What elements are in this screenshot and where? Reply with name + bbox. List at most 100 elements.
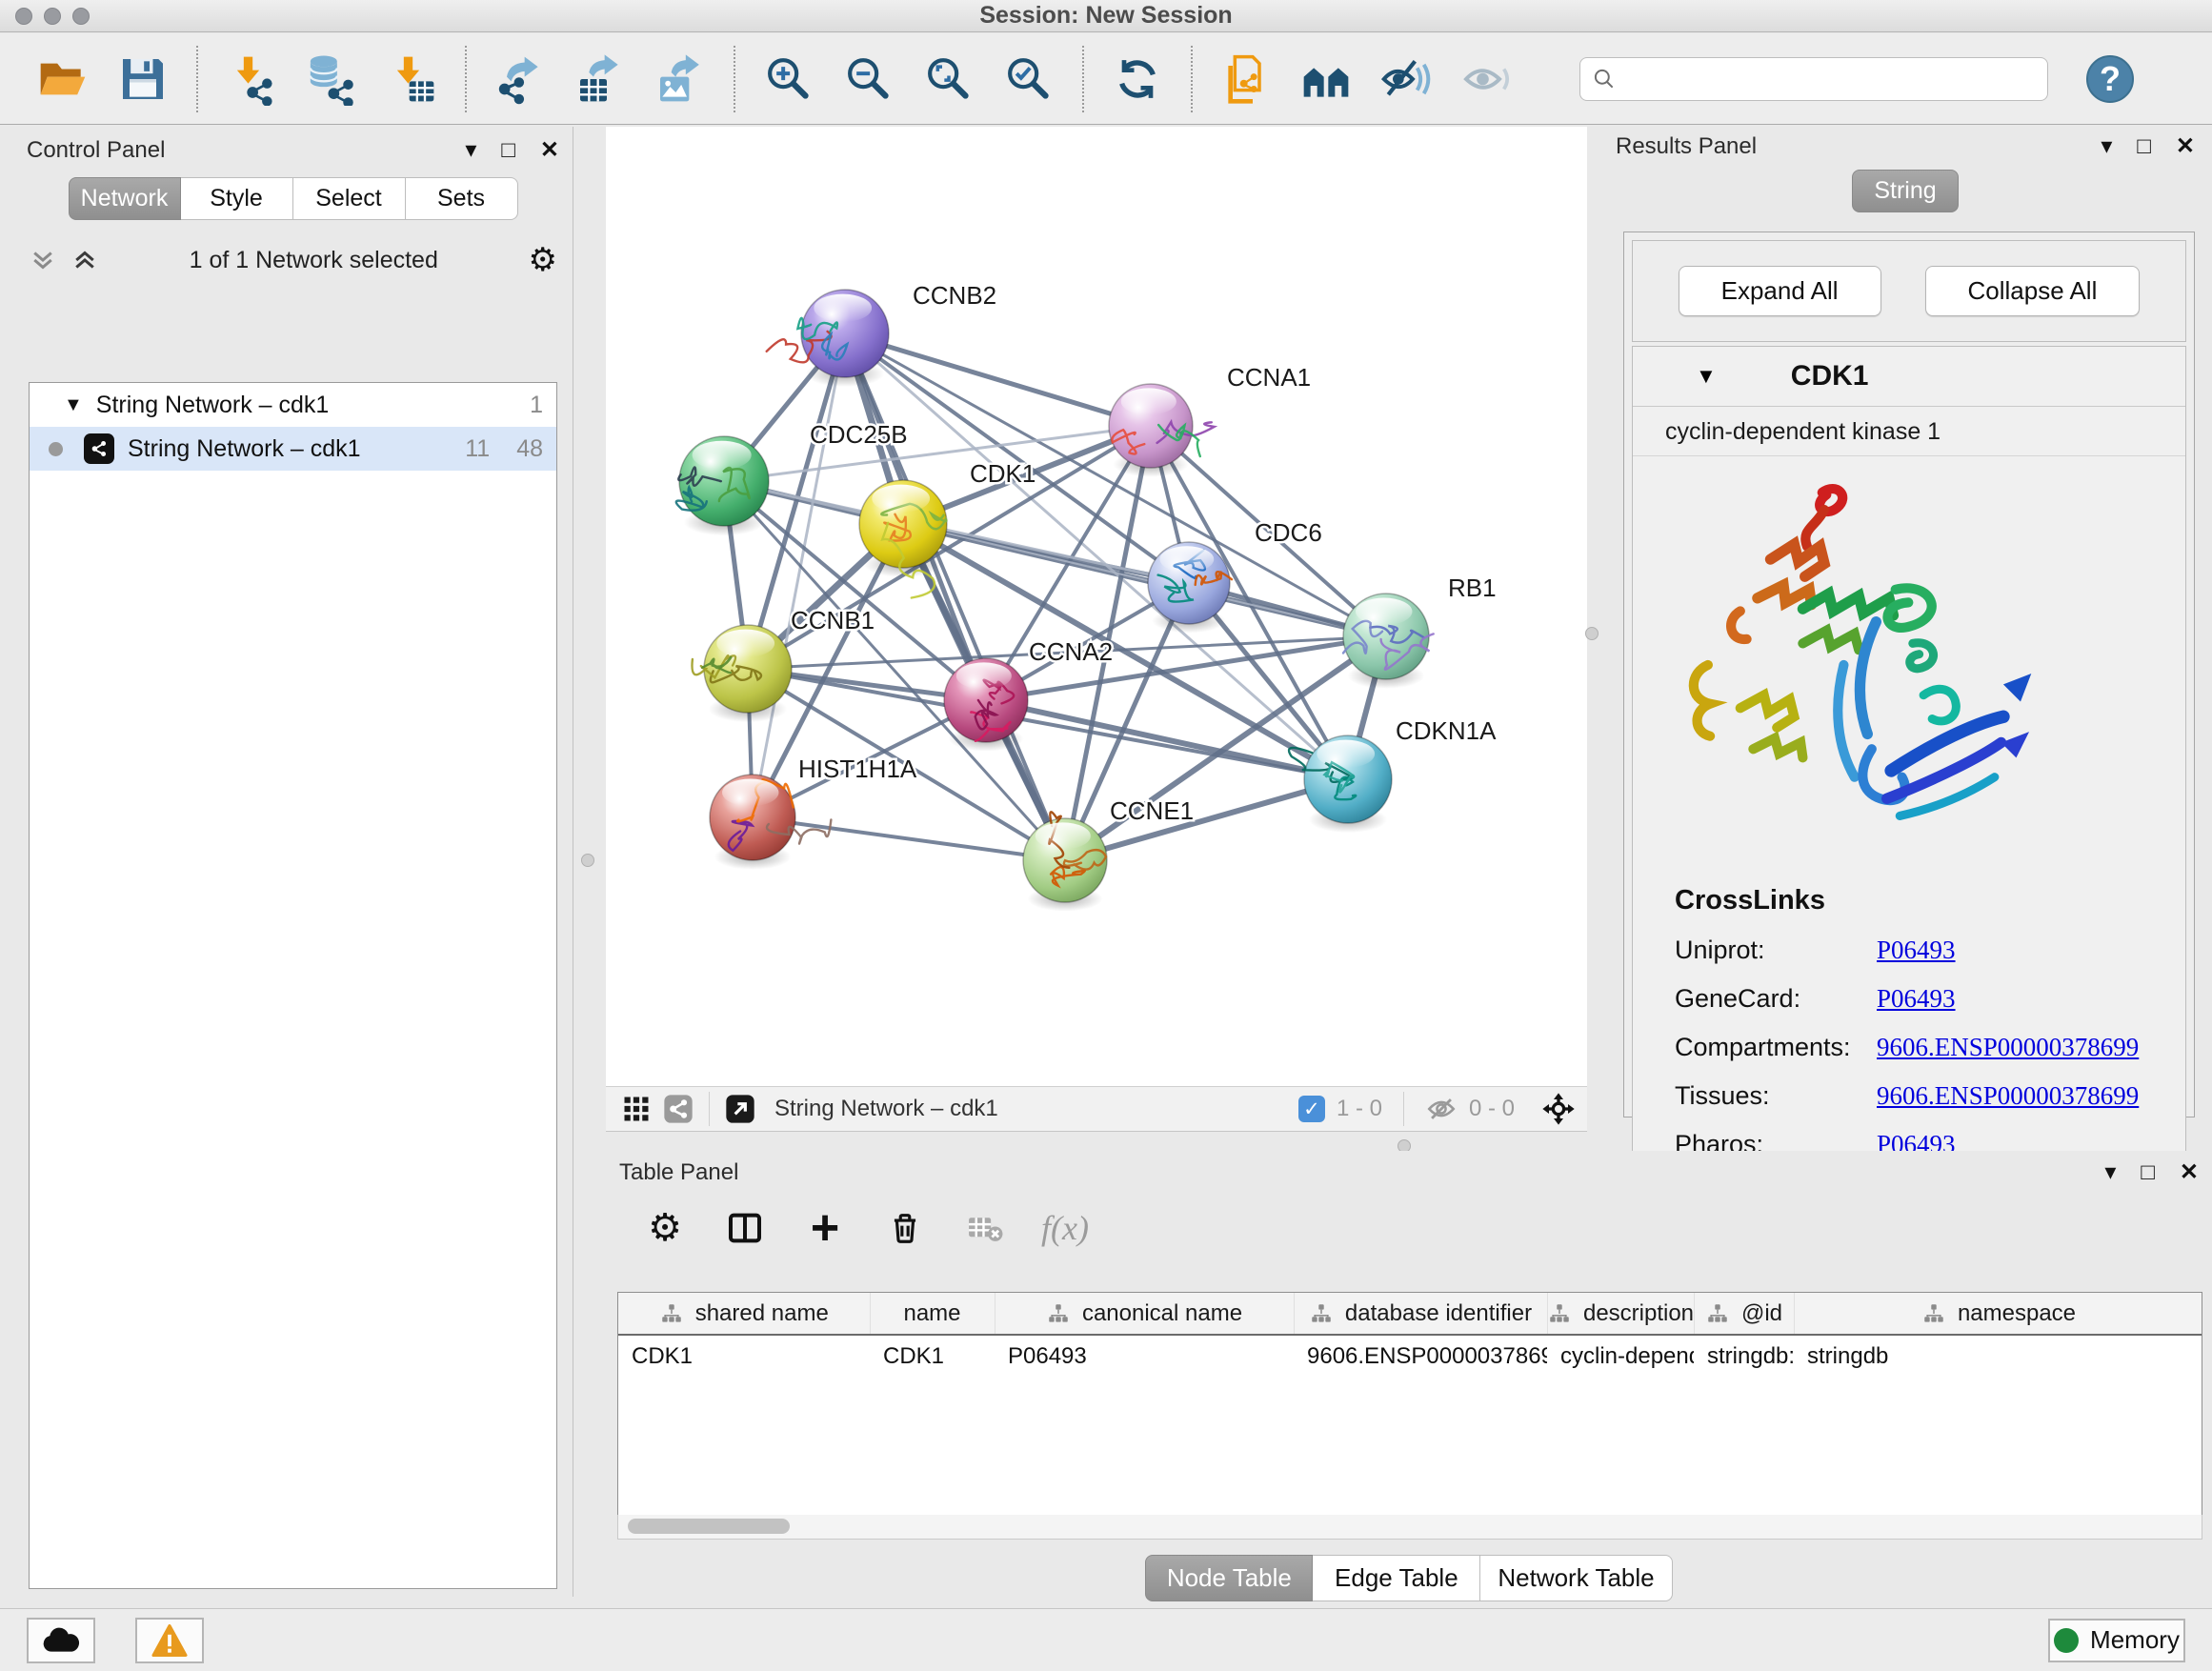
table-cell[interactable]: P06493 (995, 1335, 1294, 1377)
add-column-icon[interactable]: + (804, 1207, 846, 1249)
export-network-button[interactable] (491, 50, 550, 109)
column-header-name[interactable]: name (870, 1293, 995, 1335)
zoom-out-button[interactable] (839, 50, 898, 109)
tab-network[interactable]: Network (69, 177, 181, 220)
tab-network-table[interactable]: Network Table (1480, 1555, 1672, 1601)
column-header-namespace[interactable]: namespace (1794, 1293, 2202, 1335)
column-header-description[interactable]: description (1547, 1293, 1694, 1335)
table-cell[interactable]: stringdb:9... (1694, 1335, 1794, 1377)
hidden-elements-eye-icon[interactable] (1425, 1093, 1458, 1125)
first-neighbors-button[interactable] (1297, 50, 1356, 109)
collection-expand-arrow-icon[interactable]: ▼ (64, 394, 83, 416)
export-image-button[interactable] (651, 50, 710, 109)
vertical-splitter-handle[interactable] (581, 854, 594, 867)
tab-node-table[interactable]: Node Table (1145, 1555, 1313, 1601)
network-row[interactable]: String Network – cdk1 11 48 (30, 427, 556, 471)
network-canvas[interactable]: CCNB2CCNA1CDC25BCDK1CDC6RB1CCNB1CCNA2CDK… (606, 127, 1587, 1086)
column-header--id[interactable]: @id (1694, 1293, 1794, 1335)
cloud-status-button[interactable] (27, 1618, 95, 1663)
tab-select[interactable]: Select (293, 177, 406, 220)
graph-node-RB1[interactable]: RB1 (1343, 574, 1497, 689)
graph-node-HIST1H1A[interactable]: HIST1H1A (710, 755, 917, 870)
column-header-canonical-name[interactable]: canonical name (995, 1293, 1294, 1335)
table-horizontal-scrollbar[interactable] (617, 1515, 2202, 1540)
table-cell[interactable]: cyclin-dependent ... (1547, 1335, 1694, 1377)
scrollbar-thumb[interactable] (628, 1519, 790, 1534)
hide-selected-button[interactable] (1377, 50, 1436, 109)
crosslink-link[interactable]: 9606.ENSP00000378699 (1877, 1033, 2139, 1062)
delete-column-trash-icon[interactable] (884, 1207, 926, 1249)
panel-menu-icon[interactable]: ▾ (2101, 132, 2112, 160)
show-columns-icon[interactable] (724, 1207, 766, 1249)
table-cell[interactable]: stringdb (1794, 1335, 2202, 1377)
panel-menu-icon[interactable]: ▾ (2104, 1158, 2116, 1186)
network-node-count: 11 (465, 435, 490, 463)
graph-node-CDKN1A[interactable]: CDKN1A (1289, 716, 1497, 833)
graph-node-CCNE1[interactable]: CCNE1 (1023, 796, 1194, 912)
graph-node-label: CCNB1 (791, 606, 875, 634)
toolbar-search[interactable] (1579, 57, 2048, 101)
open-in-window-icon[interactable] (719, 1090, 761, 1128)
zoom-selected-button[interactable] (999, 50, 1058, 109)
crosslink-link[interactable]: P06493 (1877, 984, 1956, 1014)
network-collection-row[interactable]: ▼ String Network – cdk1 1 (30, 383, 556, 427)
tab-string[interactable]: String (1852, 170, 1959, 212)
graph-edge-CCNB2-HIST1H1A[interactable] (753, 333, 845, 817)
refresh-layout-button[interactable] (1108, 50, 1167, 109)
new-network-from-selection-button[interactable] (1217, 50, 1276, 109)
import-network-file-button[interactable] (222, 50, 281, 109)
table-row[interactable]: CDK1CDK1P064939606.ENSP00000378699cyclin… (618, 1335, 2202, 1377)
column-header-shared-name[interactable]: shared name (618, 1293, 870, 1335)
tab-edge-table[interactable]: Edge Table (1313, 1555, 1480, 1601)
birds-eye-view-icon[interactable] (1539, 1090, 1578, 1128)
save-session-button[interactable] (113, 50, 172, 109)
export-table-button[interactable] (571, 50, 630, 109)
collapse-all-button[interactable]: Collapse All (1925, 266, 2141, 316)
table-cell[interactable]: 9606.ENSP00000378699 (1294, 1335, 1547, 1377)
collapse-all-icon[interactable] (29, 246, 57, 274)
selected-nodes-checkbox-icon[interactable]: ✓ (1298, 1096, 1325, 1122)
warnings-button[interactable] (135, 1618, 204, 1663)
graph-edge-HIST1H1A-CCNE1[interactable] (753, 817, 1065, 860)
panel-float-icon[interactable]: □ (2137, 133, 2151, 160)
panel-close-icon[interactable]: ✕ (2176, 132, 2195, 160)
column-header-database-identifier[interactable]: database identifier (1294, 1293, 1547, 1335)
graph-node-CCNA1[interactable]: CCNA1 (1109, 363, 1311, 477)
network-options-gear-icon[interactable]: ⚙ (529, 241, 557, 279)
panel-float-icon[interactable]: □ (2141, 1159, 2155, 1186)
show-all-button[interactable] (1457, 50, 1516, 109)
gene-section-header[interactable]: ▼ CDK1 (1633, 347, 2185, 407)
graph-node-label: CCNA2 (1029, 637, 1113, 666)
tab-sets[interactable]: Sets (406, 177, 518, 220)
import-table-button[interactable] (382, 50, 441, 109)
zoom-in-button[interactable] (759, 50, 818, 109)
search-input[interactable] (1617, 65, 2036, 93)
memory-button[interactable]: Memory (2048, 1619, 2185, 1662)
panel-close-icon[interactable]: ✕ (540, 136, 559, 164)
network-share-view-icon[interactable] (657, 1090, 699, 1128)
zoom-fit-button[interactable] (919, 50, 978, 109)
gene-collapse-arrow-icon[interactable]: ▼ (1696, 364, 1717, 389)
expand-all-button[interactable]: Expand All (1679, 266, 1881, 316)
vertical-splitter-handle[interactable] (1585, 627, 1599, 640)
table-cell[interactable]: CDK1 (618, 1335, 870, 1377)
table-cell[interactable]: CDK1 (870, 1335, 995, 1377)
panel-close-icon[interactable]: ✕ (2180, 1158, 2199, 1186)
graph-node-label: CDC25B (810, 420, 908, 449)
tab-style[interactable]: Style (181, 177, 293, 220)
graph-edge-CCNB2-CCNA1[interactable] (845, 333, 1151, 426)
network-graph[interactable]: CCNB2CCNA1CDC25BCDK1CDC6RB1CCNB1CCNA2CDK… (606, 127, 1587, 1086)
panel-float-icon[interactable]: □ (501, 137, 515, 164)
expand-all-icon[interactable] (70, 246, 99, 274)
help-button[interactable]: ? (2086, 55, 2134, 103)
crosslink-link[interactable]: 9606.ENSP00000378699 (1877, 1081, 2139, 1111)
open-session-button[interactable] (33, 50, 92, 109)
footer-separator (709, 1092, 710, 1126)
crosslink-row: Tissues: 9606.ENSP00000378699 (1675, 1081, 2185, 1111)
panel-menu-icon[interactable]: ▾ (465, 136, 476, 164)
table-options-gear-icon[interactable]: ⚙ (644, 1207, 686, 1249)
grid-view-icon[interactable] (615, 1090, 657, 1128)
import-network-database-button[interactable] (302, 50, 361, 109)
crosslink-link[interactable]: P06493 (1877, 936, 1956, 965)
graph-node-label: RB1 (1448, 574, 1497, 602)
